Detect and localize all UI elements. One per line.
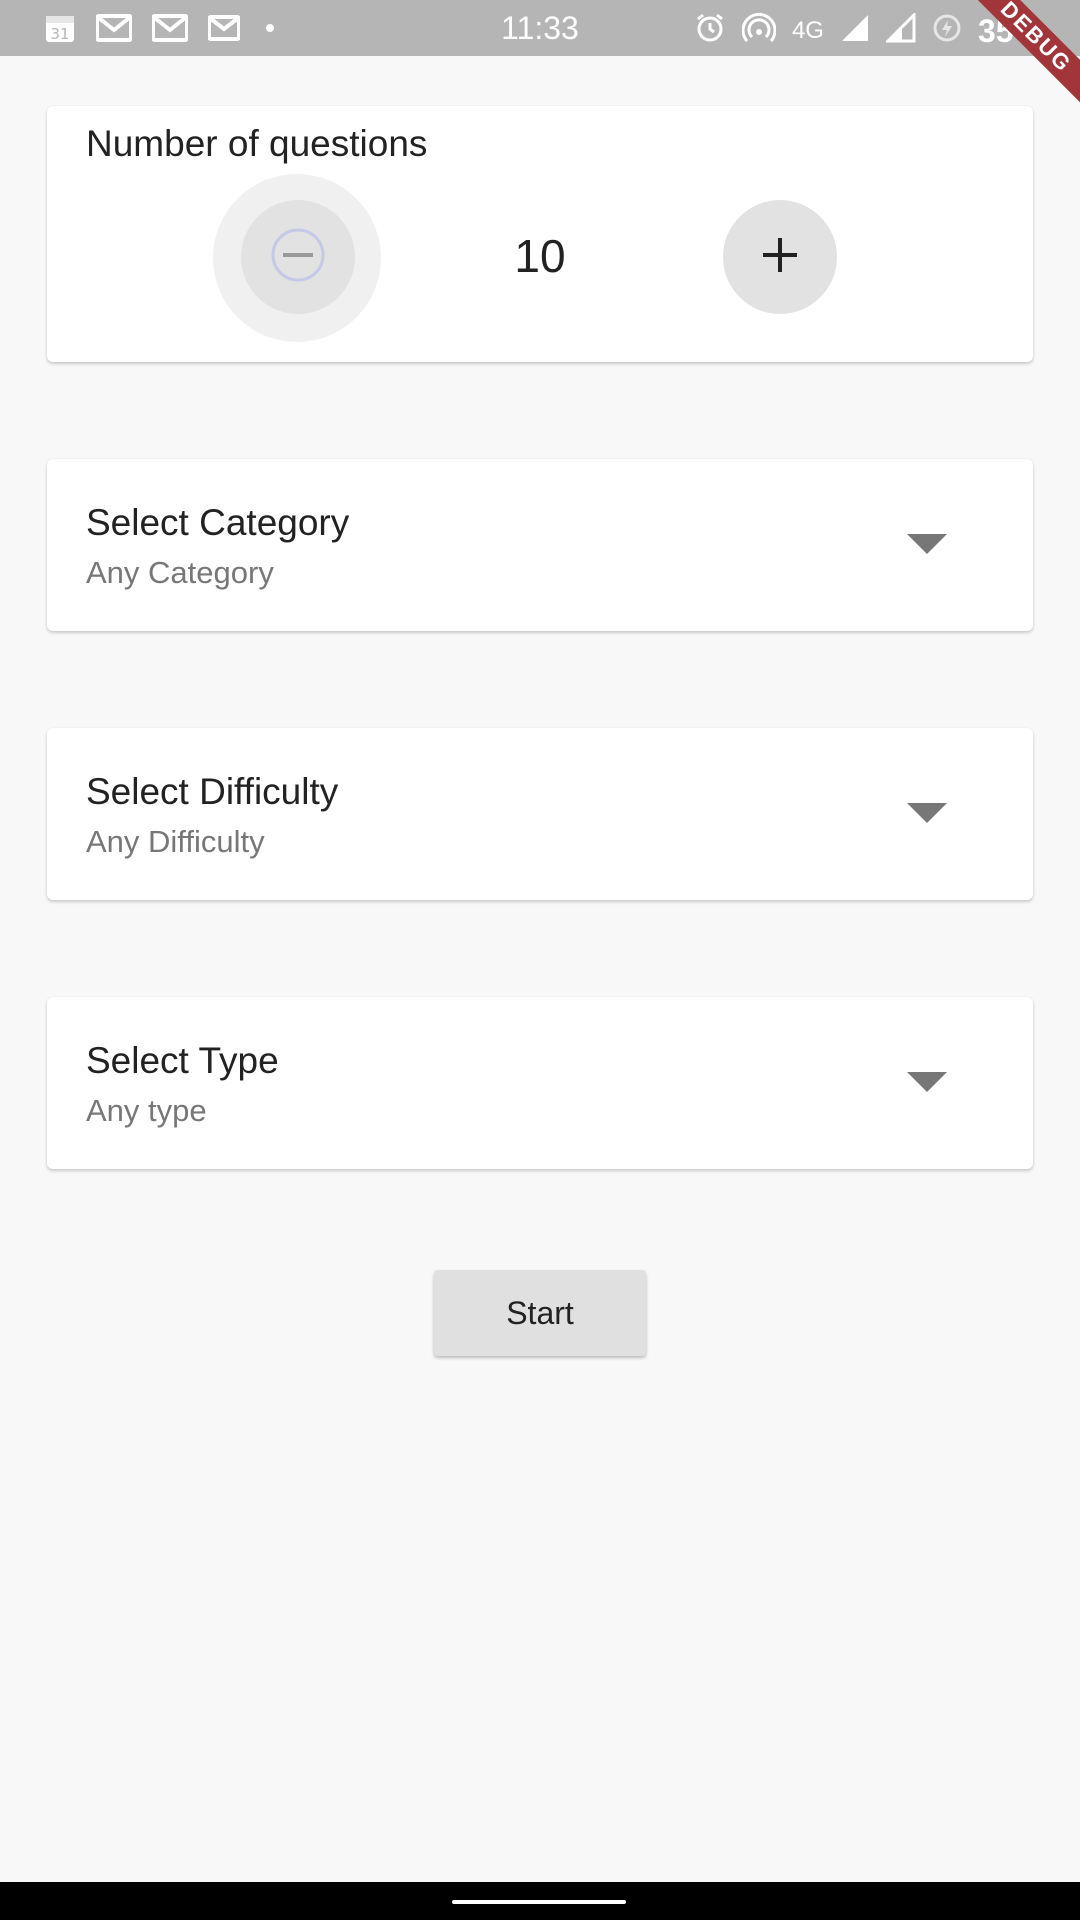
question-count-card: Number of questions 10 [47,106,1033,362]
type-dropdown[interactable]: Select Type Any type [47,997,1033,1169]
difficulty-value: Any Difficulty [86,824,265,859]
dropdown-arrow-icon [907,1072,947,1092]
type-value: Any type [86,1093,207,1128]
decrement-button[interactable] [241,200,355,314]
question-count-label: Number of questions [86,123,428,164]
minus-circle-icon [269,226,327,289]
dropdown-arrow-icon [907,534,947,554]
signal-icon [840,13,870,48]
difficulty-dropdown[interactable]: Select Difficulty Any Difficulty [47,728,1033,900]
system-icons: 4G 35% [694,11,1042,49]
increment-button[interactable] [723,200,837,314]
alarm-icon [694,12,726,49]
dropdown-arrow-icon [907,803,947,823]
difficulty-title: Select Difficulty [86,771,339,812]
signal-icon [884,11,916,48]
home-gesture-handle[interactable] [452,1900,626,1904]
battery-saver-icon [932,13,962,48]
type-title: Select Type [86,1040,279,1081]
category-title: Select Category [86,502,350,543]
category-value: Any Category [86,555,274,590]
navigation-bar [0,1882,1080,1920]
start-button[interactable]: Start [434,1270,646,1356]
plus-icon [760,235,800,280]
status-bar: 31 11:33 4G [0,0,1080,56]
network-type: 4G [791,16,824,44]
category-dropdown[interactable]: Select Category Any Category [47,459,1033,631]
question-count-value: 10 [514,230,566,282]
hotspot-icon [741,12,777,49]
